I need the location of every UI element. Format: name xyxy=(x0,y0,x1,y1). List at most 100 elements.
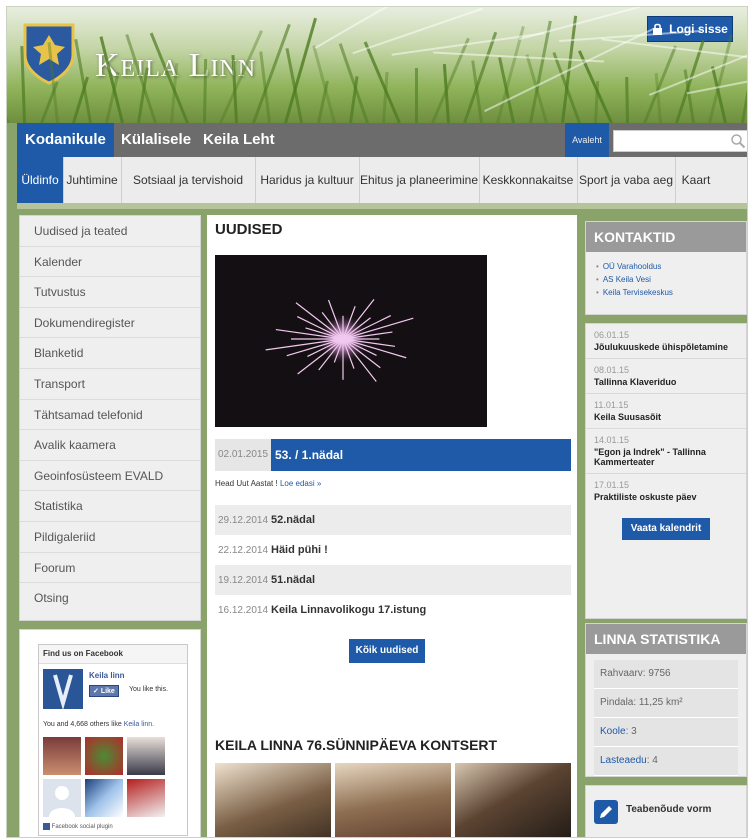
facebook-like-count: You and 4,668 others like Keila linn. xyxy=(43,721,154,728)
news-date: 02.01.2015 xyxy=(217,449,269,460)
event-date: 14.01.15 xyxy=(594,435,630,445)
facebook-page-name[interactable]: Keila linn xyxy=(89,671,125,680)
facebook-like-button[interactable]: ✓ Like xyxy=(89,685,119,697)
sidebar-item-tutvustus[interactable]: Tutvustus xyxy=(20,277,200,308)
contacts-box: KONTAKTID OÜ Varahooldus AS Keila Vesi K… xyxy=(585,221,747,315)
tab-kulalisele[interactable]: Külalisele xyxy=(121,123,191,157)
sidebar-item-uudised[interactable]: Uudised ja teated xyxy=(20,216,200,247)
news-date: 22.12.2014 xyxy=(217,545,269,556)
like-label: Like xyxy=(100,688,115,695)
facebook-page-link[interactable]: Keila linn. xyxy=(124,721,154,728)
sidebar-item-evald[interactable]: Geoinfosüsteem EVALD xyxy=(20,461,200,492)
contact-link[interactable]: AS Keila Vesi xyxy=(603,273,746,286)
subnav-item-kaart[interactable]: Kaart xyxy=(675,157,717,203)
search-icon[interactable] xyxy=(730,133,746,149)
list-item[interactable]: 29.12.2014 52.nädal xyxy=(215,505,571,535)
tab-kodanikule[interactable]: Kodanikule xyxy=(17,123,114,157)
news-title[interactable]: Häid pühi ! xyxy=(271,544,328,556)
stat-row: Koole: 3 xyxy=(594,718,738,747)
news-title[interactable]: 53. / 1.nädal xyxy=(271,439,571,471)
list-item[interactable]: 06.01.15 Jõulukuuskede ühispõletamine xyxy=(586,324,746,359)
information-request-link[interactable]: Teabenõude vorm xyxy=(626,804,711,815)
news-date: 16.12.2014 xyxy=(217,605,269,616)
facebook-page-avatar[interactable] xyxy=(43,669,83,711)
list-item[interactable]: 17.01.15 Praktiliste oskuste päev xyxy=(586,474,746,508)
site-header: Keila Linn Logi sisse xyxy=(7,7,747,123)
event-title[interactable]: Jõulukuuskede ühispõletamine xyxy=(594,342,738,352)
tab-keila-leht[interactable]: Keila Leht xyxy=(203,123,275,157)
events-box: 06.01.15 Jõulukuuskede ühispõletamine 08.… xyxy=(585,323,747,619)
subnav-item-keskkonnakaitse[interactable]: Keskkonnakaitse xyxy=(479,157,578,203)
news-title[interactable]: 51.nädal xyxy=(271,574,315,586)
event-title[interactable]: Tallinna Klaveriduo xyxy=(594,377,738,387)
news-title[interactable]: 52.nädal xyxy=(271,514,315,526)
subnav-item-ehitus[interactable]: Ehitus ja planeerimine xyxy=(359,157,480,203)
grass-blade xyxy=(442,64,451,123)
news-date: 29.12.2014 xyxy=(217,515,269,526)
sidebar-item-foorum[interactable]: Foorum xyxy=(20,553,200,584)
news-date: 19.12.2014 xyxy=(217,575,269,586)
sidebar-item-pildigaleriid[interactable]: Pildigaleriid xyxy=(20,522,200,553)
fan-avatar[interactable] xyxy=(127,779,165,817)
sidebar-item-kaamera[interactable]: Avalik kaamera xyxy=(20,430,200,461)
sidebar-item-dokumendiregister[interactable]: Dokumendiregister xyxy=(20,308,200,339)
information-request-box[interactable]: Teabenõude vorm xyxy=(585,785,747,837)
sidebar-menu: Uudised ja teated Kalender Tutvustus Dok… xyxy=(19,215,201,621)
stat-row: Pindala: 11,25 km² xyxy=(594,689,738,718)
list-item[interactable]: 14.01.15 "Egon ja Indrek" - Tallinna Kamm… xyxy=(586,429,746,474)
fan-avatar[interactable] xyxy=(43,737,81,775)
sidebar-item-statistika[interactable]: Statistika xyxy=(20,491,200,522)
news-teaser: Head Uut Aastat ! Loe edasi » xyxy=(215,479,321,488)
event-title[interactable]: Keila Suusasõit xyxy=(594,412,738,422)
sidebar-item-otsing[interactable]: Otsing xyxy=(20,583,200,613)
news-featured-image[interactable] xyxy=(215,255,487,427)
schools-link[interactable]: Koole xyxy=(600,726,626,737)
list-item[interactable]: 16.12.2014 Keila Linnavolikogu 17.istung xyxy=(215,595,571,625)
list-item[interactable]: 11.01.15 Keila Suusasõit xyxy=(586,394,746,429)
event-title[interactable]: "Egon ja Indrek" - Tallinna Kammerteater xyxy=(594,447,738,467)
sidebar-item-transport[interactable]: Transport xyxy=(20,369,200,400)
login-button[interactable]: Logi sisse xyxy=(647,16,733,42)
concert-photo-thumbnail[interactable] xyxy=(335,763,451,837)
stat-row: Lasteaedu: 4 xyxy=(594,747,738,776)
grass-blade xyxy=(430,37,470,123)
kindergartens-link[interactable]: Lasteaedu xyxy=(600,755,647,766)
grass-blade xyxy=(259,51,271,123)
event-date: 17.01.15 xyxy=(594,480,630,490)
read-more-link[interactable]: Loe edasi » xyxy=(280,479,321,488)
all-news-button[interactable]: Kõik uudised xyxy=(349,639,425,663)
keila-logo-icon xyxy=(53,674,73,711)
page-frame: Keila Linn Logi sisse Kodanikule Külalis… xyxy=(6,6,748,838)
event-date: 11.01.15 xyxy=(594,400,629,410)
search-input[interactable] xyxy=(613,130,747,152)
fan-avatar[interactable] xyxy=(127,737,165,775)
subnav-item-sotsiaal[interactable]: Sotsiaal ja tervishoid xyxy=(121,157,256,203)
list-item[interactable]: 08.01.15 Tallinna Klaveriduo xyxy=(586,359,746,394)
event-title[interactable]: Praktiliste oskuste päev xyxy=(594,492,738,502)
fan-avatar[interactable] xyxy=(85,737,123,775)
news-featured-row[interactable]: 02.01.2015 53. / 1.nädal xyxy=(215,439,571,471)
news-title[interactable]: Keila Linnavolikogu 17.istung xyxy=(271,604,426,616)
home-link[interactable]: Avaleht xyxy=(565,123,609,157)
subnav-item-haridus[interactable]: Haridus ja kultuur xyxy=(255,157,360,203)
subnav-item-sport[interactable]: Sport ja vaba aeg xyxy=(577,157,676,203)
list-item[interactable]: 19.12.2014 51.nädal xyxy=(215,565,571,595)
statistics-box: LINNA STATISTIKA Rahvaarv: 9756 Pindala:… xyxy=(585,623,747,777)
contact-link[interactable]: OÜ Varahooldus xyxy=(603,260,746,273)
sidebar-item-telefonid[interactable]: Tähtsamad telefonid xyxy=(20,400,200,431)
subnav-item-uldinfo[interactable]: Üldinfo xyxy=(17,157,64,203)
fan-avatar[interactable] xyxy=(85,779,123,817)
subnav-item-juhtimine[interactable]: Juhtimine xyxy=(63,157,122,203)
view-calendar-button[interactable]: Vaata kalendrit xyxy=(622,518,710,540)
sidebar-item-kalender[interactable]: Kalender xyxy=(20,247,200,278)
concert-photo-thumbnail[interactable] xyxy=(455,763,571,837)
list-item[interactable]: 22.12.2014 Häid pühi ! xyxy=(215,535,571,565)
contacts-heading: KONTAKTID xyxy=(586,222,746,252)
stat-value: : 4 xyxy=(646,755,658,766)
default-avatar-icon[interactable] xyxy=(43,779,81,817)
facebook-plugin-text: Facebook social plugin xyxy=(51,824,113,831)
top-navigation: Kodanikule Külalisele Keila Leht Avaleht xyxy=(17,123,747,157)
contact-link[interactable]: Keila Tervisekeskus xyxy=(603,286,746,299)
sidebar-item-blanketid[interactable]: Blanketid xyxy=(20,338,200,369)
concert-photo-thumbnail[interactable] xyxy=(215,763,331,837)
